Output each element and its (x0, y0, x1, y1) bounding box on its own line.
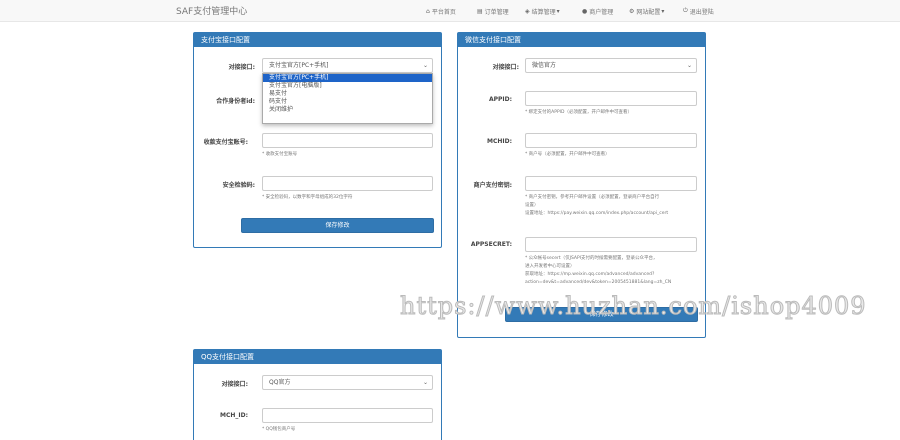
wechat-secret-help-3: 获取地址：https://mp.weixin.qq.com/advanced/a… (525, 272, 655, 277)
wechat-appid-label: APPID: (488, 96, 512, 103)
nav-orders[interactable]: ▤ 订单管理 (477, 0, 509, 22)
wechat-secret-label: APPSECRET: (470, 241, 512, 248)
save-button[interactable]: 保存修改 (241, 218, 434, 233)
nav-platform-home[interactable]: ⌂ 平台首页 (426, 0, 456, 22)
qq-mch-label: MCH_ID: (219, 412, 248, 419)
qq-interface-select[interactable]: QQ官方 ⌄ (262, 375, 433, 390)
qq-config-panel: QQ支付接口配置 (193, 349, 442, 440)
qq-mch-help: * QQ钱包商户号 (262, 427, 296, 432)
alipay-key-help: * 安全检验码，以数字和字母组成的32位字符 (262, 195, 353, 200)
watermark-text: https://www.huzhan.com/ishop4009 (400, 292, 867, 321)
alipay-interface-select[interactable]: 支付宝官方[PC+手机] ⌄ (262, 58, 433, 73)
alipay-interface-label: 对接接口: (228, 64, 255, 71)
dropdown-option[interactable]: 支付宝官方[电脑版] (263, 82, 432, 90)
list-icon: ▤ (477, 7, 483, 15)
chevron-down-icon: ⌄ (422, 62, 428, 69)
wechat-secret-input[interactable] (525, 237, 697, 252)
wechat-appid-input[interactable] (525, 91, 697, 106)
wechat-mchid-help: * 商户号（必须配置，开户邮件中可查看） (525, 152, 610, 157)
nav-label: 退出登陆 (689, 8, 714, 16)
panel-title: 微信支付接口配置 (458, 33, 705, 47)
qq-mch-input[interactable] (262, 408, 433, 423)
wechat-key-input[interactable] (525, 176, 697, 191)
wechat-key-help-2: 设置） (525, 203, 539, 208)
select-value: QQ官方 (269, 379, 291, 386)
gear-icon: ⚙ (629, 7, 635, 15)
nav-label: 商户管理 (589, 8, 614, 16)
user-icon: ● (582, 7, 588, 15)
nav-label: 结算管理 (531, 8, 556, 16)
wechat-key-help-1: * 商户支付密钥，参考开户邮件设置（必须配置，登录商户平台自行 (525, 195, 660, 200)
nav-label: 平台首页 (431, 8, 456, 16)
chevron-down-icon: ⌄ (686, 62, 692, 69)
cart-icon: ◈ (525, 7, 530, 15)
wechat-mchid-label: MCHID: (486, 138, 512, 145)
dropdown-option[interactable]: 支付宝官方[PC+手机] (263, 74, 432, 82)
wechat-interface-label: 对接接口: (492, 64, 519, 71)
dropdown-option[interactable]: 码支付 (263, 98, 432, 106)
alipay-account-input[interactable] (262, 133, 433, 148)
caret-down-icon: ▾ (556, 7, 560, 15)
alipay-interface-dropdown[interactable]: 支付宝官方[PC+手机] 支付宝官方[电脑版] 易支付 码支付 关闭维护 (262, 73, 433, 124)
nav-label: 订单管理 (484, 8, 509, 16)
alipay-key-input[interactable] (262, 176, 433, 191)
wechat-key-label: 商户支付密钥: (473, 182, 512, 189)
brand-title[interactable]: SAF支付管理中心 (176, 4, 247, 17)
home-icon: ⌂ (426, 7, 430, 15)
logout-icon: ⏻ (683, 7, 688, 14)
alipay-key-label: 安全检验码: (222, 182, 255, 189)
wechat-key-help-3: 设置地址：https://pay.weixin.qq.com/index.php… (525, 211, 669, 216)
wechat-secret-help-2: 进入开发者中心可设置） (525, 264, 575, 269)
wechat-interface-select[interactable]: 微信官方 ⌄ (525, 58, 697, 73)
alipay-partner-label: 合作身份者id: (216, 98, 255, 105)
qq-interface-label: 对接接口: (221, 381, 248, 388)
dropdown-option[interactable]: 关闭维护 (263, 106, 432, 114)
chevron-down-icon: ⌄ (422, 379, 428, 386)
panel-title: QQ支付接口配置 (194, 350, 441, 364)
nav-logout[interactable]: ⏻ 退出登陆 (683, 0, 714, 22)
caret-down-icon: ▾ (661, 7, 665, 15)
nav-site-config[interactable]: ⚙ 网站配置 ▾ (629, 0, 666, 22)
wechat-secret-help-1: * 公众帐号secert（仅JSAPI支付的时候需要配置，登录公众平台， (525, 256, 658, 261)
dropdown-option[interactable]: 易支付 (263, 90, 432, 98)
wechat-mchid-input[interactable] (525, 133, 697, 148)
nav-settlement[interactable]: ◈ 结算管理 ▾ (525, 0, 562, 22)
wechat-appid-help: * 绑定支付的APPID（必须配置，开户邮件中可查看） (525, 110, 632, 115)
nav-merchants[interactable]: ● 商户管理 (582, 0, 613, 22)
panel-title: 支付宝接口配置 (194, 33, 441, 47)
alipay-account-help: * 收款支付宝账号 (262, 152, 298, 157)
select-value: 支付宝官方[PC+手机] (269, 62, 329, 69)
nav-label: 网站配置 (636, 8, 661, 16)
select-value: 微信官方 (532, 62, 557, 69)
top-navbar: SAF支付管理中心 ⌂ 平台首页 ▤ 订单管理 ◈ 结算管理 ▾ ● 商户管理 ⚙ 网站配置… (0, 0, 900, 22)
wechat-secret-help-4: action=dev&t=advanced/dev&token=20054518… (525, 280, 672, 285)
alipay-account-label: 收款支付宝账号: (203, 139, 248, 146)
